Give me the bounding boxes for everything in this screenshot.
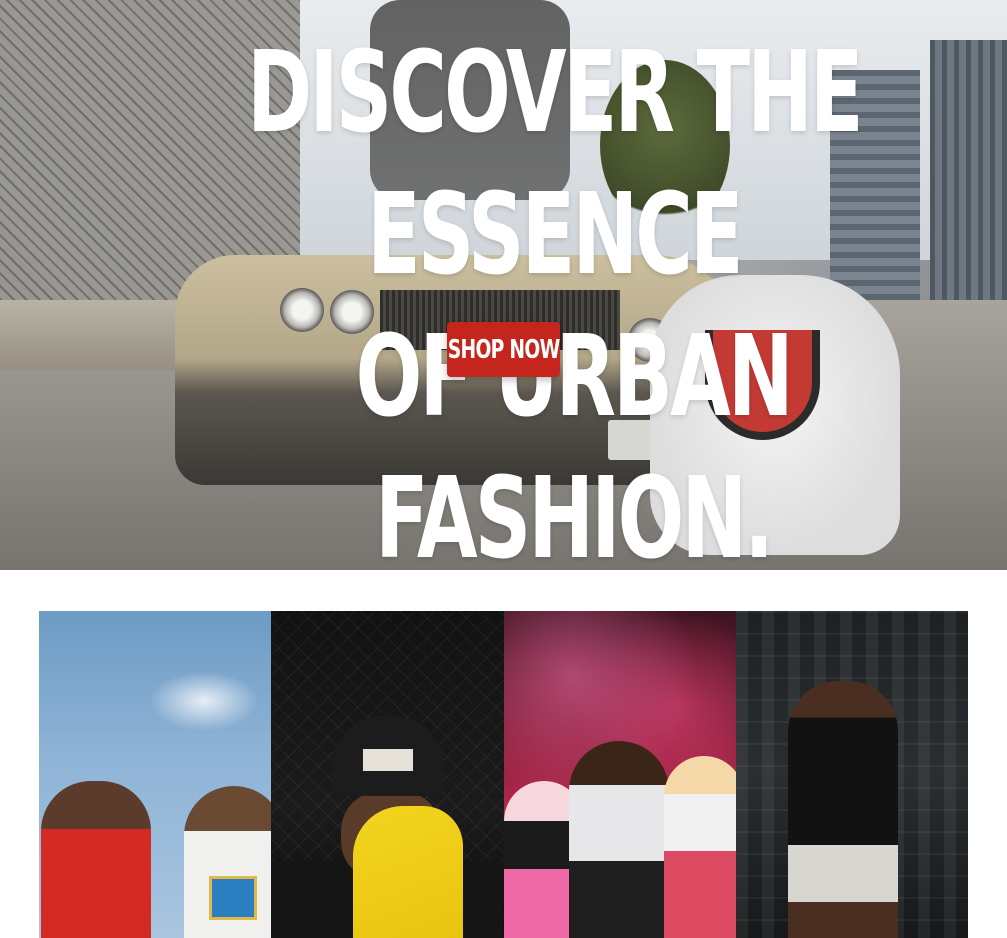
cloud-image [149, 671, 259, 731]
vest-image [353, 806, 464, 938]
hero-title-line-2: OF URBAN FASHION. [355, 312, 794, 570]
model-image [568, 741, 669, 938]
hero-title-line-1: DISCOVER THE ESSENCE [247, 28, 864, 300]
shirt-print-image [209, 876, 257, 920]
model-image [787, 681, 898, 938]
hero-banner: DISCOVER THE ESSENCE OF URBAN FASHION. S… [0, 0, 1007, 570]
lookbook-gallery [39, 611, 968, 938]
model-image [663, 756, 736, 938]
gallery-card-3[interactable] [503, 611, 736, 938]
beanie-label-image [363, 749, 414, 771]
model-image [41, 781, 151, 938]
gallery-card-2[interactable] [271, 611, 504, 938]
hero-title: DISCOVER THE ESSENCE OF URBAN FASHION. [167, 22, 872, 570]
shop-now-button[interactable]: SHOP NOW [447, 322, 560, 377]
gallery-card-1[interactable] [39, 611, 272, 938]
hero-building [930, 40, 1007, 300]
shop-now-label: SHOP NOW [447, 334, 561, 365]
gallery-card-4[interactable] [735, 611, 968, 938]
